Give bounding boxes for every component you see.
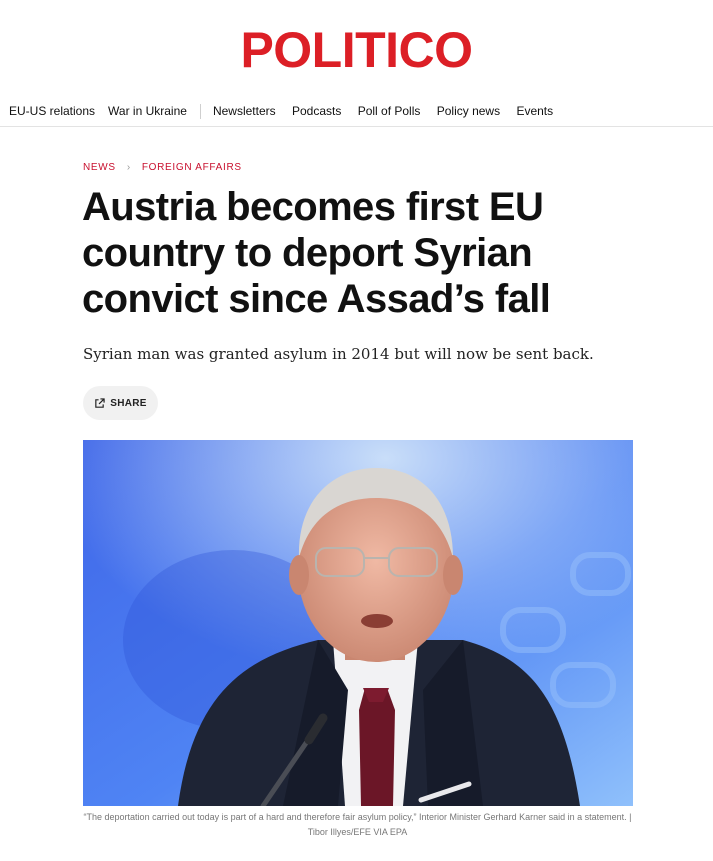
breadcrumb-news[interactable]: NEWS: [83, 162, 116, 173]
breadcrumb: NEWS › FOREIGN AFFAIRS: [83, 162, 242, 173]
nav-item-eu-us-relations[interactable]: EU-US relations: [9, 104, 95, 118]
top-nav: EU-US relations War in Ukraine Newslette…: [0, 96, 713, 127]
nav-item-policy-news[interactable]: Policy news: [437, 104, 500, 118]
article-headline: Austria becomes first EU country to depo…: [82, 185, 551, 321]
nav-item-podcasts[interactable]: Podcasts: [292, 104, 341, 118]
nav-item-war-in-ukraine[interactable]: War in Ukraine: [108, 104, 187, 118]
nav-item-newsletters[interactable]: Newsletters: [213, 104, 276, 118]
politico-logo[interactable]: POLITICO: [0, 22, 713, 78]
nav-item-events[interactable]: Events: [516, 104, 553, 118]
share-button[interactable]: SHARE: [83, 386, 158, 420]
share-label: SHARE: [110, 397, 147, 409]
nav-divider: [199, 103, 201, 119]
nav-item-poll-of-polls[interactable]: Poll of Polls: [358, 104, 421, 118]
article-photo: [83, 440, 633, 806]
nav-secondary: Newsletters Podcasts Poll of Polls Polic…: [213, 104, 566, 118]
chevron-right-icon: ›: [126, 162, 131, 173]
share-external-icon: [94, 397, 105, 409]
article-dek: Syrian man was granted asylum in 2014 bu…: [83, 345, 594, 363]
breadcrumb-foreign-affairs[interactable]: FOREIGN AFFAIRS: [142, 162, 242, 173]
photo-caption: “The deportation carried out today is pa…: [83, 812, 632, 837]
